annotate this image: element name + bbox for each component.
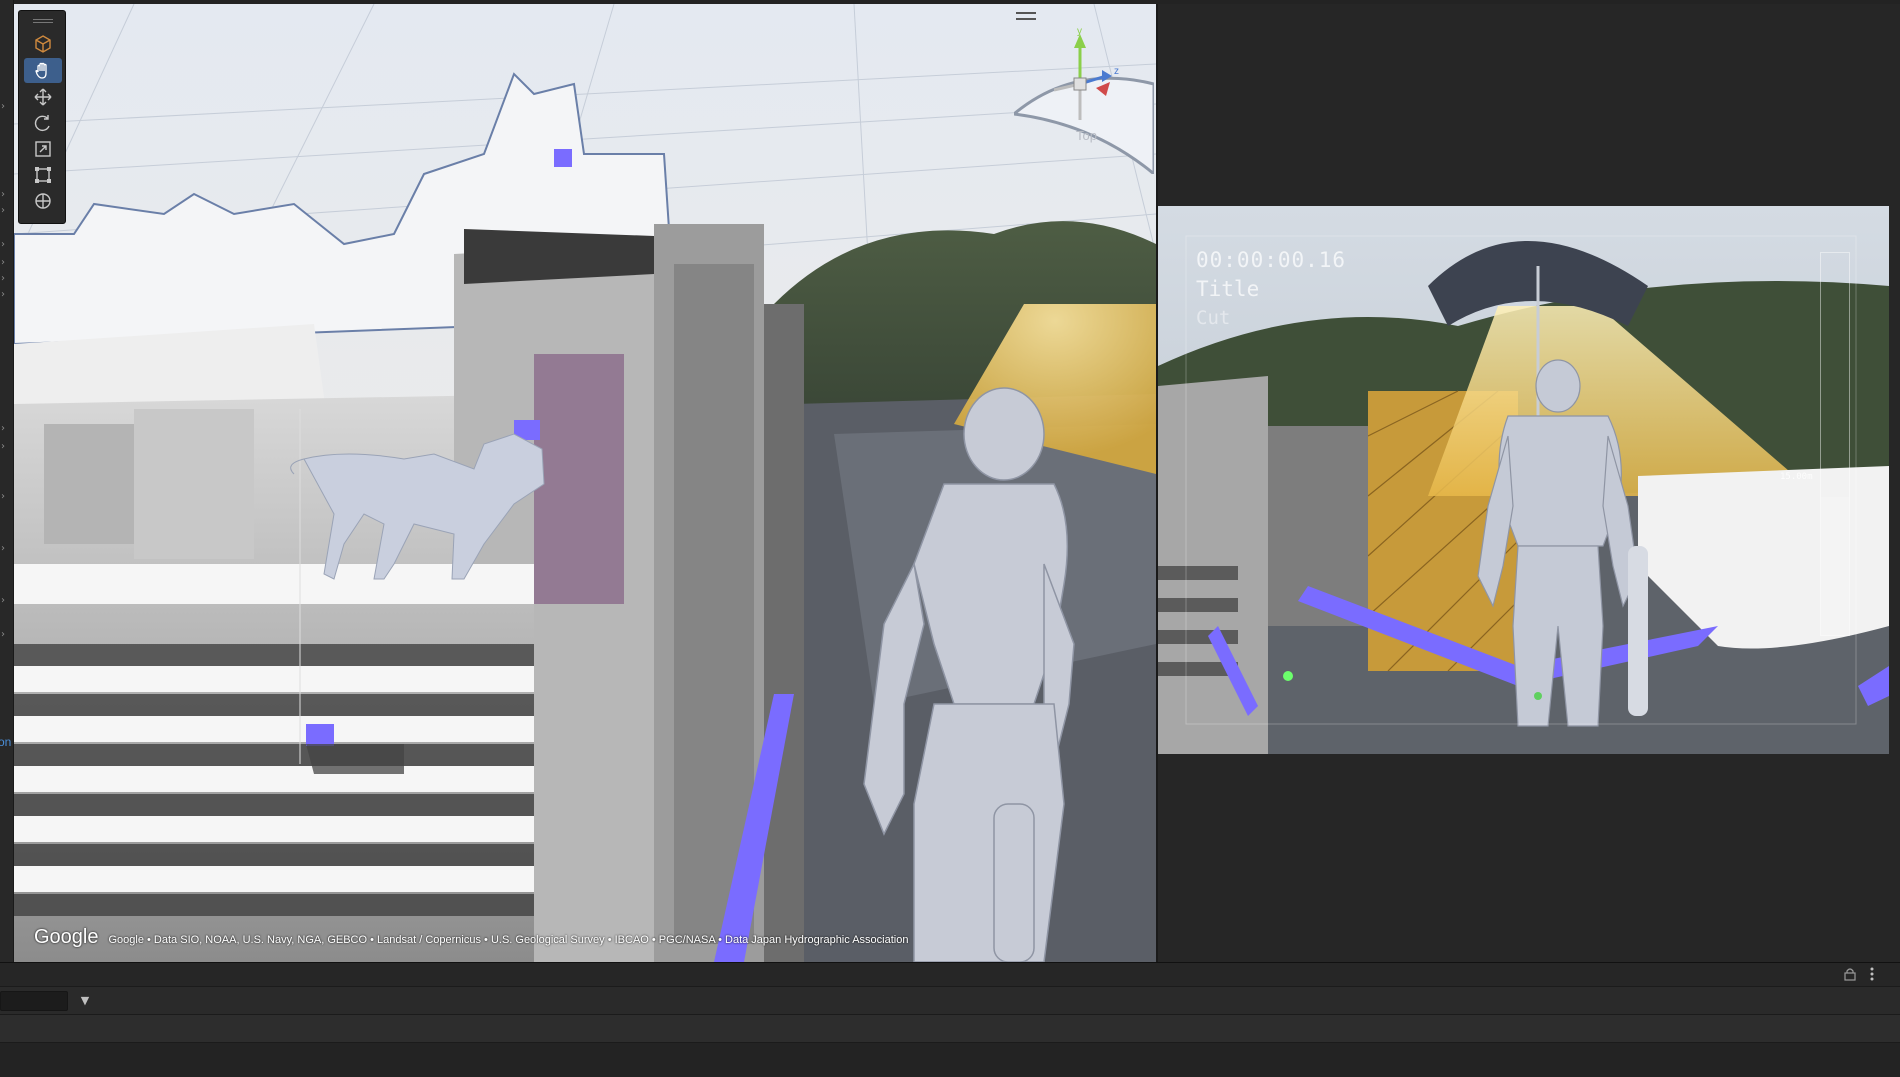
timeline-track-row[interactable] — [0, 1015, 1900, 1043]
depth-value-label: 15.00m — [1780, 472, 1813, 482]
expand-arrow-icon[interactable]: › — [1, 442, 11, 452]
gizmo-z-label: z — [1114, 66, 1119, 77]
game-view[interactable]: 00:00:00.16 Title Cut 15.00m — [1158, 206, 1889, 754]
editor-window: › › › › › › › › › › › › › on y z Top Goo… — [0, 0, 1900, 1077]
expand-arrow-icon[interactable]: › — [1, 290, 11, 300]
expand-arrow-icon[interactable]: › — [1, 206, 11, 216]
expand-arrow-icon[interactable]: › — [1, 258, 11, 268]
expand-arrow-icon[interactable]: › — [1, 492, 11, 502]
cube-icon[interactable] — [24, 31, 62, 56]
expand-arrow-icon[interactable]: › — [1, 630, 11, 640]
gizmo-view-label[interactable]: Top — [1076, 128, 1097, 143]
timeline-header — [0, 963, 1900, 987]
scene-menu-handle[interactable] — [1016, 12, 1036, 20]
expand-arrow-icon[interactable]: › — [1, 424, 11, 434]
hierarchy-item-label[interactable]: on — [0, 735, 11, 749]
transform-icon[interactable] — [24, 188, 62, 213]
move-icon[interactable] — [24, 84, 62, 109]
expand-arrow-icon[interactable]: › — [1, 544, 11, 554]
cut-label: Cut — [1196, 307, 1231, 329]
expand-arrow-icon[interactable]: › — [1, 190, 11, 200]
expand-arrow-icon[interactable]: › — [1, 274, 11, 284]
expand-arrow-icon[interactable]: › — [1, 240, 11, 250]
lock-icon[interactable] — [1843, 967, 1857, 981]
timecode-label: 00:00:00.16 — [1196, 248, 1347, 272]
hud-overlay: 00:00:00.16 Title Cut — [1196, 246, 1346, 333]
map-attribution: Google Google • Data SIO, NOAA, U.S. Nav… — [34, 926, 908, 949]
hand-icon[interactable] — [24, 58, 62, 83]
chevron-down-icon[interactable]: ▼ — [76, 991, 94, 1011]
expand-arrow-icon[interactable]: › — [1, 596, 11, 606]
more-options-icon[interactable] — [1868, 966, 1876, 982]
timeline-panel: ▼ — [0, 962, 1900, 1077]
hierarchy-gutter: › › › › › › › › › › › › › on — [0, 0, 14, 962]
google-logo: Google — [34, 926, 99, 948]
orientation-gizmo[interactable]: y z — [1014, 24, 1154, 174]
rotate-icon[interactable] — [24, 110, 62, 135]
rect-transform-icon[interactable] — [24, 162, 62, 187]
title-label: Title — [1196, 277, 1260, 301]
scale-icon[interactable] — [24, 136, 62, 161]
depth-meter-fill — [1821, 497, 1849, 635]
depth-meter — [1820, 252, 1850, 636]
drag-handle[interactable] — [33, 19, 53, 23]
scene-viewport-render — [14, 4, 1156, 962]
expand-arrow-icon[interactable]: › — [1, 102, 11, 112]
scene-view[interactable]: y z Top Google Google • Data SIO, NOAA, … — [14, 4, 1156, 962]
timeline-field[interactable] — [0, 991, 68, 1011]
attribution-credits: Google • Data SIO, NOAA, U.S. Navy, NGA,… — [108, 934, 909, 946]
timeline-toolbar: ▼ — [0, 987, 1900, 1015]
tool-palette — [18, 10, 66, 224]
gizmo-y-label: y — [1077, 26, 1082, 37]
